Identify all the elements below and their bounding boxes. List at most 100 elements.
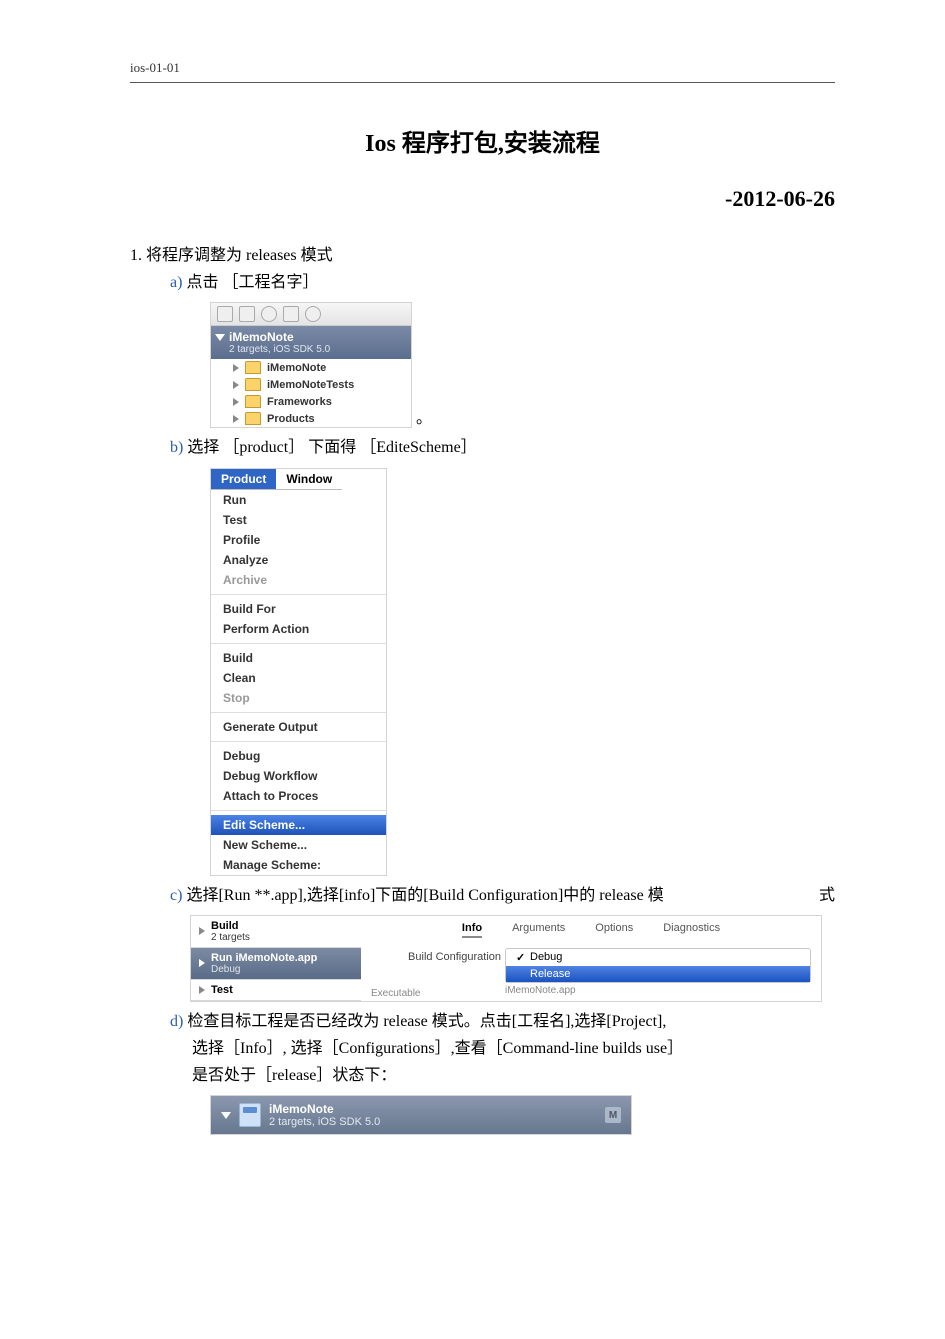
step-1a-label: a) xyxy=(170,274,182,291)
folder-label: Frameworks xyxy=(267,396,332,408)
folder-row[interactable]: iMemoNote xyxy=(211,359,411,376)
step-1c-line: 选择[Run **.app],选择[info]下面的[Build Configu… xyxy=(186,887,663,904)
product-menu-dropdown: Run Test Profile Analyze Archive Build F… xyxy=(211,490,386,875)
scheme-run-row[interactable]: Run iMemoNote.appDebug xyxy=(191,948,361,980)
triangle-right-icon xyxy=(199,959,205,967)
nav-icon-3 xyxy=(261,306,277,322)
build-configuration-select[interactable]: ✓Debug Release xyxy=(505,948,811,983)
projbar-sub: 2 targets, iOS SDK 5.0 xyxy=(269,1116,380,1128)
scheme-tabs: Info Arguments Options Diagnostics xyxy=(371,916,811,948)
triangle-down-icon xyxy=(215,334,225,341)
menubar-window[interactable]: Window xyxy=(276,469,342,490)
triangle-right-icon xyxy=(233,364,239,372)
nav-icon-5 xyxy=(305,306,321,322)
document-page: ios-01-01 Ios 程序打包,安装流程 -2012-06-26 1. 将… xyxy=(0,0,945,1339)
project-root-name: iMemoNote xyxy=(229,330,403,344)
xcode-project-icon xyxy=(239,1103,261,1127)
folder-row[interactable]: Frameworks xyxy=(211,393,411,410)
screenshot-scheme-editor: Build2 targets Run iMemoNote.appDebug Te… xyxy=(190,915,822,1002)
step-1d-line2: 选择［Info］, 选择［Configurations］,查看［Command-… xyxy=(192,1040,683,1057)
step-1a-bracket: ［工程名字］ xyxy=(222,274,318,291)
menu-new-scheme[interactable]: New Scheme... xyxy=(211,835,386,855)
build-configuration-label: Build Configuration xyxy=(371,948,501,963)
triangle-right-icon xyxy=(233,398,239,406)
step-1c-label: c) xyxy=(170,887,182,904)
triangle-down-icon xyxy=(221,1112,231,1119)
step-1-text: 将程序调整为 releases 模式 xyxy=(146,247,333,264)
period: 。 xyxy=(416,410,432,427)
menu-archive: Archive xyxy=(211,570,386,590)
step-1b-br2: ［EditeScheme］ xyxy=(360,439,476,456)
menu-test[interactable]: Test xyxy=(211,510,386,530)
menu-debug-workflow[interactable]: Debug Workflow xyxy=(211,766,386,786)
triangle-right-icon xyxy=(199,986,205,994)
scheme-build-sub: 2 targets xyxy=(211,932,250,943)
executable-label: Executable xyxy=(371,985,501,999)
scheme-build-row[interactable]: Build2 targets xyxy=(191,916,361,948)
nav-icon-4 xyxy=(283,306,299,322)
step-1-num: 1. xyxy=(130,247,142,264)
menu-edit-scheme[interactable]: Edit Scheme... xyxy=(211,815,386,835)
menu-build-for[interactable]: Build For xyxy=(211,599,386,619)
tab-diagnostics[interactable]: Diagnostics xyxy=(663,922,720,938)
folder-icon xyxy=(245,412,261,425)
menu-analyze[interactable]: Analyze xyxy=(211,550,386,570)
scheme-build-title: Build xyxy=(211,920,250,932)
menu-generate-output[interactable]: Generate Output xyxy=(211,717,386,737)
folder-label: Products xyxy=(267,413,315,425)
project-title-bar[interactable]: iMemoNote 2 targets, iOS SDK 5.0 M xyxy=(211,1096,631,1134)
nav-icon-1 xyxy=(217,306,233,322)
menubar-product[interactable]: Product xyxy=(211,469,276,490)
menu-debug[interactable]: Debug xyxy=(211,746,386,766)
step-1b-pre: 选择 xyxy=(187,439,219,456)
tab-arguments[interactable]: Arguments xyxy=(512,922,565,938)
header-id: ios-01-01 xyxy=(130,60,835,76)
folder-icon xyxy=(245,378,261,391)
scheme-sidebar: Build2 targets Run iMemoNote.appDebug Te… xyxy=(191,916,361,1001)
scheme-test-row[interactable]: Test xyxy=(191,980,361,1001)
menu-separator xyxy=(211,643,386,644)
modified-badge: M xyxy=(605,1107,621,1123)
menu-separator xyxy=(211,712,386,713)
folder-row[interactable]: Products xyxy=(211,410,411,427)
project-root-row[interactable]: iMemoNote 2 targets, iOS SDK 5.0 xyxy=(211,326,411,359)
executable-value: iMemoNote.app xyxy=(505,985,576,996)
doc-date: -2012-06-26 xyxy=(130,186,835,212)
menu-perform-action[interactable]: Perform Action xyxy=(211,619,386,639)
option-debug[interactable]: ✓Debug xyxy=(506,949,810,966)
screenshot-project-bar: iMemoNote 2 targets, iOS SDK 5.0 M xyxy=(210,1095,632,1135)
menu-manage-scheme[interactable]: Manage Scheme: xyxy=(211,855,386,875)
step-1d-label: d) xyxy=(170,1013,183,1030)
folder-row[interactable]: iMemoNoteTests xyxy=(211,376,411,393)
option-debug-label: Debug xyxy=(530,951,562,963)
xcode-nav-toolbar xyxy=(211,303,411,326)
step-1d-line3: 是否处于［release］状态下： xyxy=(192,1067,396,1084)
step-1b-label: b) xyxy=(170,439,183,456)
screenshot-product-menu: Product Window Run Test Profile Analyze … xyxy=(210,468,387,876)
menu-attach[interactable]: Attach to Proces xyxy=(211,786,386,806)
project-root-sub: 2 targets, iOS SDK 5.0 xyxy=(229,344,403,355)
header-rule xyxy=(130,82,835,83)
step-1c-end: 式 xyxy=(819,882,835,909)
scheme-test-title: Test xyxy=(211,984,233,996)
menu-build[interactable]: Build xyxy=(211,648,386,668)
build-configuration-row: Build Configuration ✓Debug Release xyxy=(371,948,811,983)
step-1a-pre: 点击 xyxy=(186,274,218,291)
option-release-label: Release xyxy=(530,968,570,980)
menu-separator xyxy=(211,594,386,595)
doc-title: Ios 程序打包,安装流程 xyxy=(130,123,835,158)
tab-info[interactable]: Info xyxy=(462,922,482,938)
step-1: 1. 将程序调整为 releases 模式 xyxy=(130,242,835,269)
folder-icon xyxy=(245,395,261,408)
step-1a: a) 点击 ［工程名字］ xyxy=(170,269,835,296)
option-release[interactable]: Release xyxy=(506,966,810,982)
scheme-run-title: Run iMemoNote.app xyxy=(211,952,317,964)
menubar: Product Window xyxy=(211,469,386,490)
step-1b-br1: ［product］ xyxy=(223,439,304,456)
tab-options[interactable]: Options xyxy=(595,922,633,938)
menu-run[interactable]: Run xyxy=(211,490,386,510)
menu-profile[interactable]: Profile xyxy=(211,530,386,550)
menu-stop: Stop xyxy=(211,688,386,708)
menu-clean[interactable]: Clean xyxy=(211,668,386,688)
scheme-run-sub: Debug xyxy=(211,964,317,975)
